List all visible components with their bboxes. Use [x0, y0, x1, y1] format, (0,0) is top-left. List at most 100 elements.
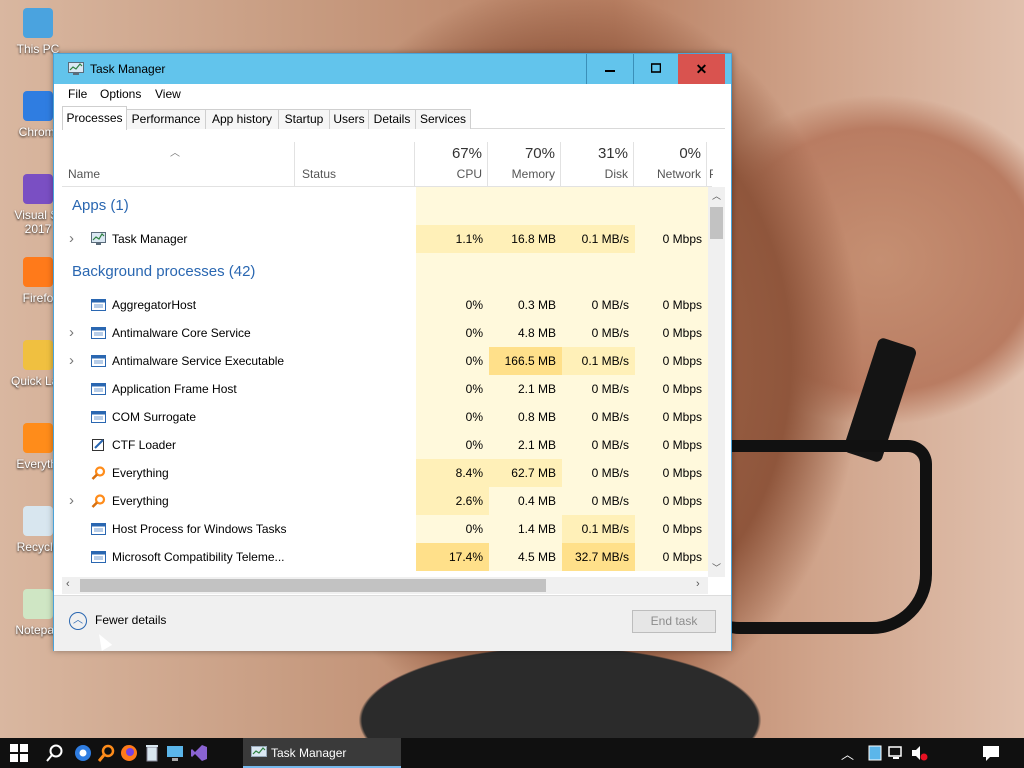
table-row[interactable]: COM Surrogate 0% 0.8 MB 0 MB/s 0 Mbps — [62, 403, 708, 431]
sort-up-icon: ︿ — [170, 148, 180, 159]
cell-disk: 0 MB/s — [562, 291, 635, 319]
chromium-icon — [23, 91, 53, 121]
scroll-down-icon[interactable]: ﹀ — [712, 561, 721, 574]
end-task-button[interactable]: End task — [632, 610, 716, 633]
scroll-left-icon[interactable]: ‹ — [66, 578, 70, 590]
tab-app-history[interactable]: App history — [205, 109, 279, 129]
process-list: Apps (1) › Task Manager 1.1% 16.8 MB 0.1 MB/s… — [62, 187, 708, 577]
column-network[interactable]: 0% Network — [633, 142, 707, 186]
tab-startup[interactable]: Startup — [278, 109, 330, 129]
app-window-icon — [91, 411, 106, 423]
expand-chevron-icon[interactable]: › — [69, 225, 74, 253]
everything-icon[interactable] — [98, 744, 116, 762]
table-row[interactable]: Everything 8.4% 62.7 MB 0 MB/s 0 Mbps — [62, 459, 708, 487]
menu-file[interactable]: File — [68, 87, 87, 101]
desktop-icon[interactable]: This PC — [0, 8, 76, 56]
firefox-icon — [23, 257, 53, 287]
tab-details[interactable]: Details — [368, 109, 416, 129]
group-cell — [562, 253, 635, 291]
visual-studio-icon[interactable] — [190, 744, 208, 762]
menu-view[interactable]: View — [155, 87, 181, 101]
maximize-button[interactable] — [633, 54, 679, 84]
table-row[interactable]: CTF Loader 0% 2.1 MB 0 MB/s 0 Mbps — [62, 431, 708, 459]
column-status[interactable]: Status — [302, 167, 336, 181]
column-name[interactable]: Name — [68, 167, 100, 181]
horizontal-scrollbar[interactable]: ‹ › — [62, 577, 708, 594]
cell-net: 0 Mbps — [635, 459, 708, 487]
table-row[interactable]: AggregatorHost 0% 0.3 MB 0 MB/s 0 Mbps — [62, 291, 708, 319]
notification-icon[interactable] — [982, 744, 1000, 762]
process-name: Task Manager — [112, 232, 188, 246]
close-button[interactable]: ✕ — [678, 54, 725, 84]
expand-chevron-icon[interactable]: › — [69, 347, 74, 375]
scroll-right-icon[interactable]: › — [696, 578, 700, 590]
group-title: Apps (1) — [72, 197, 129, 214]
memory-label: Memory — [511, 167, 555, 181]
search-icon[interactable] — [46, 744, 64, 762]
app-window-icon — [91, 299, 106, 311]
network-adapter-icon[interactable] — [866, 744, 884, 762]
cell-net: 0 Mbps — [635, 431, 708, 459]
group-background[interactable]: Background processes (42) — [62, 253, 708, 291]
table-row[interactable]: › Antimalware Service Executable 0% 166.5 M… — [62, 347, 708, 375]
title-bar[interactable]: Task Manager ✕ — [54, 54, 731, 84]
scroll-up-icon[interactable]: ︿ — [712, 189, 721, 202]
cell-net: 0 Mbps — [635, 403, 708, 431]
network-icon[interactable] — [888, 744, 906, 762]
column-cpu[interactable]: 67% CPU — [414, 142, 488, 186]
column-divider — [294, 142, 295, 186]
memory-total: 70% — [524, 145, 555, 162]
table-row[interactable]: Host Process for Windows Tasks 0% 1.4 MB 0.… — [62, 515, 708, 543]
column-memory[interactable]: 70% Memory — [487, 142, 561, 186]
expand-chevron-icon[interactable]: › — [69, 319, 74, 347]
table-row[interactable]: Microsoft Compatibility Teleme... 17.4% 4.… — [62, 543, 708, 571]
cell-mem: 0.3 MB — [489, 291, 562, 319]
app-window-icon — [91, 355, 106, 367]
cell-disk: 0 MB/s — [562, 459, 635, 487]
cell-disk: 0 MB/s — [562, 319, 635, 347]
process-name: COM Surrogate — [112, 410, 197, 424]
monitor-icon[interactable] — [166, 744, 184, 762]
vertical-scroll-thumb[interactable] — [710, 207, 723, 239]
taskbar-task-manager[interactable]: Task Manager — [243, 738, 401, 768]
firefox-icon[interactable] — [120, 744, 138, 762]
tab-users[interactable]: Users — [329, 109, 369, 129]
chevron-up-circle-icon[interactable]: ︿ — [69, 612, 87, 630]
photo-glasses — [700, 440, 932, 634]
horizontal-scroll-thumb[interactable] — [80, 579, 546, 592]
column-power-partial[interactable]: P — [706, 142, 713, 186]
fewer-details-link[interactable]: Fewer details — [95, 613, 166, 627]
app-window-icon — [91, 523, 106, 535]
cell-net: 0 Mbps — [635, 319, 708, 347]
process-name: AggregatorHost — [112, 298, 197, 312]
start-icon[interactable] — [10, 744, 28, 762]
cell-mem: 0.8 MB — [489, 403, 562, 431]
cell-cpu: 0% — [416, 291, 489, 319]
volume-muted-icon[interactable] — [910, 744, 928, 762]
group-cell — [489, 253, 562, 291]
taskbar: Task Manager ︿ — [0, 738, 1024, 768]
group-apps[interactable]: Apps (1) — [62, 187, 708, 225]
table-row[interactable]: › Task Manager 1.1% 16.8 MB 0.1 MB/s 0 Mbps — [62, 225, 708, 253]
vertical-scrollbar[interactable]: ︿ ﹀ — [708, 187, 725, 577]
table-row[interactable]: › Everything 2.6% 0.4 MB 0 MB/s 0 Mbps — [62, 487, 708, 515]
table-row[interactable]: Application Frame Host 0% 2.1 MB 0 MB/s 0 Mb… — [62, 375, 708, 403]
task-manager-icon — [68, 62, 84, 75]
column-disk[interactable]: 31% Disk — [560, 142, 634, 186]
chromium-icon[interactable] — [74, 744, 92, 762]
tab-processes[interactable]: Processes — [62, 106, 127, 130]
app-window-icon — [91, 327, 106, 339]
process-name: Antimalware Core Service — [112, 326, 251, 340]
network-total: 0% — [679, 145, 701, 162]
process-name: Host Process for Windows Tasks — [112, 522, 287, 536]
cell-cpu: 1.1% — [416, 225, 489, 253]
chevron-up-icon[interactable]: ︿ — [841, 744, 854, 763]
cell-disk: 0.1 MB/s — [562, 347, 635, 375]
minimize-button[interactable] — [586, 54, 634, 84]
tab-services[interactable]: Services — [415, 109, 471, 129]
expand-chevron-icon[interactable]: › — [69, 487, 74, 515]
menu-options[interactable]: Options — [100, 87, 141, 101]
recycle-bin-icon[interactable] — [143, 744, 161, 762]
table-row[interactable]: › Antimalware Core Service 0% 4.8 MB 0 MB/s 0… — [62, 319, 708, 347]
tab-performance[interactable]: Performance — [126, 109, 206, 129]
